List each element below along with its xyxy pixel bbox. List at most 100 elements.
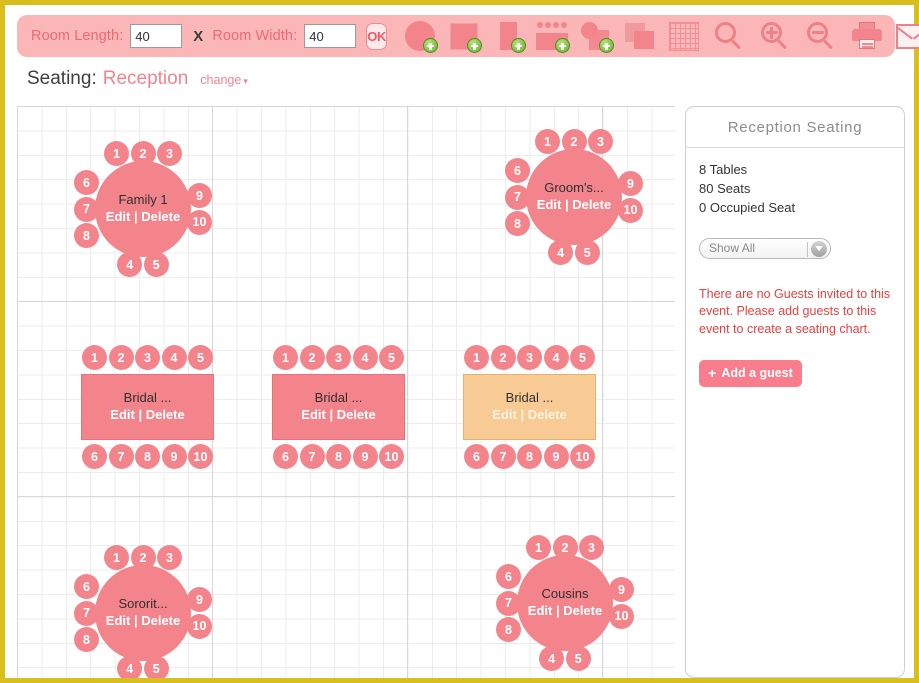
add-narrow-table-icon[interactable] — [487, 16, 529, 56]
seat-1[interactable]: 1 — [104, 545, 129, 570]
seat-5[interactable]: 5 — [188, 345, 213, 370]
seat-6[interactable]: 6 — [74, 574, 99, 599]
zoom-in-icon[interactable] — [753, 16, 797, 56]
table-top-cousins[interactable]: Cousins Edit | Delete — [517, 555, 613, 651]
seat-8[interactable]: 8 — [505, 211, 530, 236]
seat-2[interactable]: 2 — [561, 129, 587, 154]
table-top-bridal-2[interactable]: Bridal ... Edit | Delete — [272, 374, 405, 440]
seat-9[interactable]: 9 — [187, 587, 212, 613]
zoom-out-icon[interactable] — [799, 16, 843, 56]
seat-4[interactable]: 4 — [539, 646, 565, 671]
seat-2[interactable]: 2 — [130, 545, 156, 570]
table-bridal-2[interactable]: Bridal ... Edit | Delete 1 2 3 4 5 6 7 8 9 10 — [272, 345, 405, 469]
seat-3[interactable]: 3 — [157, 141, 182, 166]
seat-6[interactable]: 6 — [464, 444, 489, 469]
print-icon[interactable] — [845, 16, 889, 56]
table-edit-delete-links[interactable]: Edit | Delete — [106, 209, 180, 226]
guest-filter-select[interactable]: Show All — [699, 237, 831, 259]
add-square-table-icon[interactable] — [443, 16, 485, 56]
stack-tables-icon[interactable] — [619, 16, 661, 56]
table-edit-delete-links[interactable]: Edit | Delete — [110, 407, 184, 424]
seat-3[interactable]: 3 — [579, 535, 604, 560]
seat-9[interactable]: 9 — [161, 444, 187, 469]
seat-6[interactable]: 6 — [273, 444, 298, 469]
seat-10[interactable]: 10 — [570, 444, 595, 469]
seat-2[interactable]: 2 — [552, 535, 578, 560]
seat-7[interactable]: 7 — [496, 590, 521, 616]
table-top-family-1[interactable]: Family 1 Edit | Delete — [95, 161, 191, 257]
seat-5[interactable]: 5 — [143, 252, 169, 277]
seat-4[interactable]: 4 — [548, 240, 574, 265]
add-combo-table-icon[interactable] — [575, 16, 617, 56]
seat-8[interactable]: 8 — [517, 444, 542, 469]
seat-7[interactable]: 7 — [299, 444, 325, 469]
seat-5[interactable]: 5 — [143, 656, 169, 678]
table-top-bridal-3[interactable]: Bridal ... Edit | Delete — [463, 374, 596, 440]
seat-3[interactable]: 3 — [588, 129, 613, 154]
seat-5[interactable]: 5 — [574, 240, 600, 265]
seat-3[interactable]: 3 — [326, 345, 351, 370]
seat-1[interactable]: 1 — [464, 345, 489, 370]
seat-3[interactable]: 3 — [157, 545, 182, 570]
seat-4[interactable]: 4 — [352, 345, 378, 370]
seating-canvas[interactable]: www.heritagechristiancollege.com Family … — [17, 106, 675, 678]
seat-10[interactable]: 10 — [188, 444, 213, 469]
table-top-grooms[interactable]: Groom's... Edit | Delete — [526, 149, 622, 245]
seat-3[interactable]: 3 — [517, 345, 542, 370]
seat-4[interactable]: 4 — [161, 345, 187, 370]
seat-4[interactable]: 4 — [117, 252, 143, 277]
seat-10[interactable]: 10 — [187, 613, 212, 639]
add-guest-button[interactable]: + Add a guest — [699, 359, 802, 387]
seat-8[interactable]: 8 — [135, 444, 160, 469]
ok-button[interactable]: OK — [366, 22, 388, 50]
seat-9[interactable]: 9 — [543, 444, 569, 469]
seat-7[interactable]: 7 — [108, 444, 134, 469]
seat-5[interactable]: 5 — [570, 345, 595, 370]
table-bridal-3[interactable]: Bridal ... Edit | Delete 1 2 3 4 5 6 7 8 9 10 — [463, 345, 596, 469]
seat-6[interactable]: 6 — [496, 564, 521, 589]
seat-8[interactable]: 8 — [74, 223, 99, 248]
table-top-sorority[interactable]: Sororit... Edit | Delete — [95, 565, 191, 661]
seat-2[interactable]: 2 — [108, 345, 134, 370]
seat-1[interactable]: 1 — [526, 535, 551, 560]
seat-7[interactable]: 7 — [505, 184, 530, 210]
seat-5[interactable]: 5 — [565, 646, 591, 671]
seat-1[interactable]: 1 — [82, 345, 107, 370]
seat-4[interactable]: 4 — [543, 345, 569, 370]
add-bar-table-icon[interactable] — [531, 16, 573, 56]
seat-7[interactable]: 7 — [74, 196, 99, 222]
toggle-grid-icon[interactable] — [663, 16, 705, 56]
table-edit-delete-links[interactable]: Edit | Delete — [301, 407, 375, 424]
seat-1[interactable]: 1 — [104, 141, 129, 166]
seat-6[interactable]: 6 — [505, 158, 530, 183]
seat-6[interactable]: 6 — [82, 444, 107, 469]
table-family-1[interactable]: Family 1 Edit | Delete 1 2 3 4 5 6 7 8 9 10 — [74, 141, 212, 277]
seat-2[interactable]: 2 — [299, 345, 325, 370]
seat-1[interactable]: 1 — [535, 129, 560, 154]
table-cousins[interactable]: Cousins Edit | Delete 1 2 3 4 5 6 7 8 9 10 — [496, 535, 634, 671]
email-icon[interactable] — [891, 16, 919, 56]
seat-8[interactable]: 8 — [74, 627, 99, 652]
room-width-input[interactable] — [304, 24, 357, 48]
seat-1[interactable]: 1 — [273, 345, 298, 370]
seat-3[interactable]: 3 — [135, 345, 160, 370]
search-icon[interactable] — [707, 16, 751, 56]
seat-4[interactable]: 4 — [117, 656, 143, 678]
seat-8[interactable]: 8 — [326, 444, 351, 469]
table-top-bridal-1[interactable]: Bridal ... Edit | Delete — [81, 374, 214, 440]
seat-10[interactable]: 10 — [187, 209, 212, 235]
seat-9[interactable]: 9 — [609, 577, 634, 603]
table-edit-delete-links[interactable]: Edit | Delete — [492, 407, 566, 424]
seat-8[interactable]: 8 — [496, 617, 521, 642]
seat-10[interactable]: 10 — [379, 444, 404, 469]
seat-10[interactable]: 10 — [609, 603, 634, 629]
table-edit-delete-links[interactable]: Edit | Delete — [528, 603, 602, 620]
seat-9[interactable]: 9 — [187, 183, 212, 209]
seat-9[interactable]: 9 — [618, 171, 643, 197]
table-edit-delete-links[interactable]: Edit | Delete — [106, 613, 180, 630]
table-bridal-1[interactable]: Bridal ... Edit | Delete 1 2 3 4 5 6 7 8 9 10 — [81, 345, 214, 469]
table-sorority[interactable]: Sororit... Edit | Delete 1 2 3 4 5 6 7 8 9 10 — [74, 545, 212, 678]
seat-7[interactable]: 7 — [74, 600, 99, 626]
seat-2[interactable]: 2 — [490, 345, 516, 370]
add-round-table-icon[interactable] — [399, 16, 441, 56]
